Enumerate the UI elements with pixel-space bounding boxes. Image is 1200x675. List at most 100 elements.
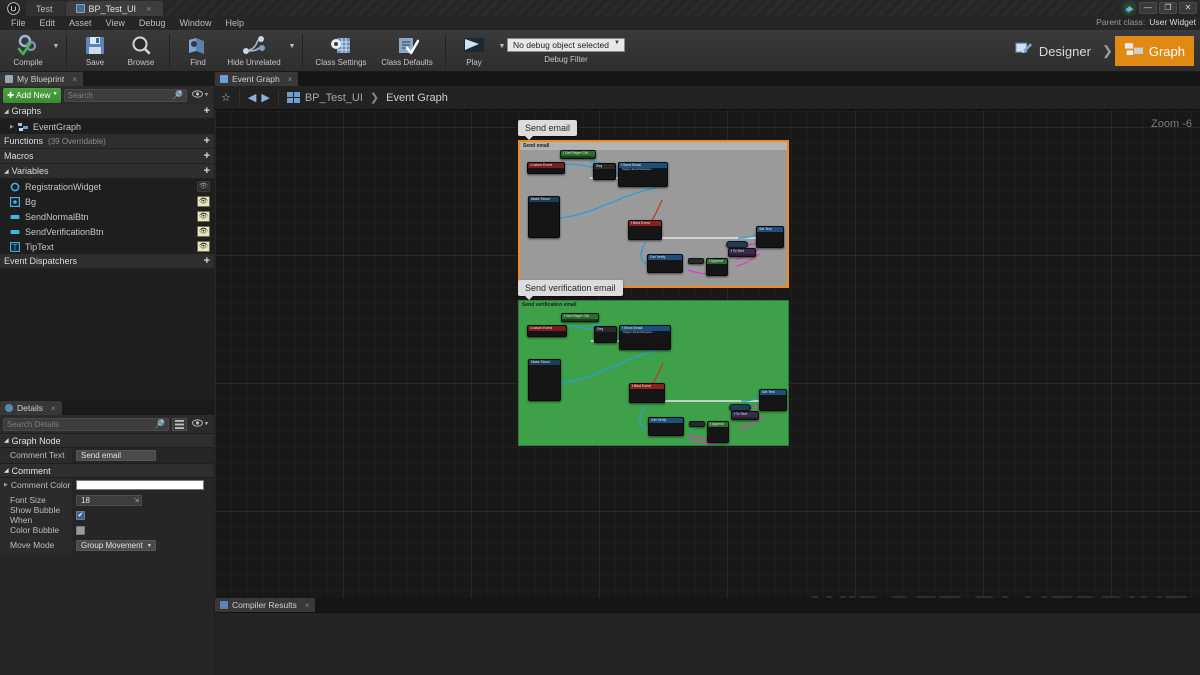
spinner-icon[interactable]: ⇲	[134, 497, 139, 504]
graph-node[interactable]: f Get Player Ctrl	[561, 313, 599, 322]
menu-window[interactable]: Window	[172, 16, 218, 30]
graph-node[interactable]: Get Verify	[648, 417, 684, 436]
parent-class-value[interactable]: User Widget	[1149, 17, 1196, 27]
compile-button[interactable]: Compile	[5, 30, 51, 72]
graph-node[interactable]	[729, 404, 751, 411]
play-dropdown-icon[interactable]: ▼	[497, 30, 507, 72]
comment-text-input[interactable]: Send email	[76, 449, 156, 461]
comment-bubble-send-verification-email[interactable]: Send verification email	[518, 280, 623, 300]
minimize-button[interactable]: —	[1139, 2, 1157, 14]
class-defaults-button[interactable]: Class Defaults	[374, 30, 440, 72]
graph-node[interactable]: Seq	[593, 163, 616, 180]
menu-edit[interactable]: Edit	[33, 16, 63, 30]
mode-designer-button[interactable]: Designer	[1005, 36, 1100, 66]
graph-node[interactable]: Make Struct	[528, 196, 560, 238]
eye-icon[interactable]: 👁	[197, 226, 210, 237]
details-search[interactable]: 🔍	[3, 417, 170, 431]
eye-icon[interactable]: 👁	[197, 241, 210, 252]
close-icon[interactable]: ×	[72, 75, 77, 84]
graph-node[interactable]: f Append	[707, 421, 729, 443]
variable-registrationwidget[interactable]: RegistrationWidget 👁	[0, 179, 214, 194]
chevron-right-icon[interactable]: ▶	[4, 482, 8, 488]
menu-file[interactable]: File	[4, 16, 33, 30]
my-blueprint-search[interactable]: 🔍	[63, 88, 188, 102]
nav-forward-icon[interactable]: ▶	[261, 91, 269, 104]
eye-icon[interactable]: 👁	[197, 181, 210, 192]
comment-box-send-email[interactable]: Send email f Get Player Ctrl Custom Even…	[518, 140, 789, 288]
section-variables[interactable]: ◢ Variables +	[0, 164, 214, 179]
class-settings-button[interactable]: Class Settings	[308, 30, 374, 72]
play-button[interactable]: Play	[451, 30, 497, 72]
close-icon[interactable]: ×	[146, 4, 151, 14]
hide-unrelated-button[interactable]: Hide Unrelated	[221, 30, 287, 72]
search-input[interactable]	[67, 90, 172, 100]
menu-view[interactable]: View	[99, 16, 132, 30]
graph-node[interactable]: f Get Player Ctrl	[560, 150, 596, 159]
graph-node[interactable]: f Bind Event	[628, 220, 662, 240]
save-button[interactable]: Save	[72, 30, 118, 72]
menu-debug[interactable]: Debug	[132, 16, 173, 30]
graph-node[interactable]: f To Text	[728, 248, 756, 257]
close-icon[interactable]: ×	[305, 601, 310, 610]
details-section-graph-node[interactable]: ◢ Graph Node	[0, 433, 214, 448]
bookmark-star-icon[interactable]: ☆	[221, 91, 231, 104]
window-tab-bp-test-ui[interactable]: BP_Test_UI ×	[65, 1, 164, 16]
variable-sendnormalbtn[interactable]: SendNormalBtn 👁	[0, 209, 214, 224]
graph-node[interactable]: f Append	[706, 258, 728, 276]
find-button[interactable]: Find	[175, 30, 221, 72]
add-macro-button[interactable]: +	[204, 150, 210, 162]
close-icon[interactable]: ×	[51, 404, 56, 413]
tab-my-blueprint[interactable]: My Blueprint ×	[0, 72, 83, 86]
eye-icon[interactable]: 👁	[197, 211, 210, 222]
debug-object-select[interactable]: No debug object selected	[507, 38, 625, 52]
search-details-input[interactable]	[7, 419, 154, 429]
details-view-toggle-button[interactable]	[172, 417, 188, 431]
variable-tiptext[interactable]: T TipText 👁	[0, 239, 214, 254]
section-macros[interactable]: Macros +	[0, 149, 214, 164]
graph-node[interactable]: f Send Email Target is Email Subsystem	[618, 162, 668, 187]
maximize-button[interactable]: ❐	[1159, 2, 1177, 14]
graph-canvas[interactable]: Zoom -6 WIDGET BLUEPRINT Send email Send…	[215, 110, 1200, 640]
tab-details[interactable]: Details ×	[0, 401, 62, 415]
section-functions[interactable]: Functions (39 Overridable) +	[0, 134, 214, 149]
mode-graph-button[interactable]: Graph	[1114, 36, 1194, 66]
variable-sendverificationbtn[interactable]: SendVerificationBtn 👁	[0, 224, 214, 239]
menu-asset[interactable]: Asset	[62, 16, 99, 30]
close-icon[interactable]: ×	[288, 75, 293, 84]
font-size-input[interactable]: 18 ⇲	[76, 494, 142, 506]
graph-node[interactable]	[726, 241, 748, 248]
menu-help[interactable]: Help	[218, 16, 251, 30]
compiler-results-output[interactable]	[215, 612, 1200, 675]
add-new-button[interactable]: ✚ Add New	[3, 87, 61, 103]
show-bubble-checkbox[interactable]: ✔	[76, 510, 85, 520]
graph-node[interactable]: Set Text	[756, 226, 784, 248]
window-tab-project[interactable]: Test	[26, 1, 65, 16]
comment-bubble-send-email[interactable]: Send email	[518, 120, 578, 140]
graph-node[interactable]: Set Text	[759, 389, 787, 411]
comment-color-swatch[interactable]	[76, 480, 204, 490]
color-bubble-checkbox[interactable]	[76, 525, 85, 535]
tree-item-eventgraph[interactable]: ▶ EventGraph	[0, 119, 214, 134]
cloud-sync-icon[interactable]	[1119, 0, 1139, 16]
variable-bg[interactable]: Bg 👁	[0, 194, 214, 209]
graph-node[interactable]: f Bind Event	[629, 383, 665, 403]
browse-button[interactable]: Browse	[118, 30, 164, 72]
graph-node[interactable]: f To Text	[731, 411, 759, 420]
move-mode-select[interactable]: Group Movement	[76, 539, 156, 551]
add-graph-button[interactable]: +	[204, 105, 210, 117]
breadcrumb-root[interactable]: BP_Test_UI	[305, 92, 363, 104]
tab-event-graph[interactable]: Event Graph ×	[215, 72, 299, 86]
graph-node[interactable]: Get Verify	[647, 254, 683, 273]
add-function-button[interactable]: +	[204, 135, 210, 147]
eye-icon[interactable]: 👁	[197, 196, 210, 207]
compile-dropdown-icon[interactable]: ▼	[51, 30, 61, 72]
add-variable-button[interactable]: +	[204, 165, 210, 177]
graph-node[interactable]: Make Struct	[528, 359, 561, 401]
add-event-dispatcher-button[interactable]: +	[204, 255, 210, 267]
graph-node[interactable]: Custom Event	[527, 162, 565, 174]
details-visibility-button[interactable]: ▼	[190, 419, 211, 429]
hide-unrelated-dropdown-icon[interactable]: ▼	[287, 30, 297, 72]
nav-back-icon[interactable]: ◀	[248, 91, 256, 104]
my-blueprint-visibility-button[interactable]: ▼	[190, 90, 211, 100]
graph-node[interactable]	[688, 258, 704, 264]
